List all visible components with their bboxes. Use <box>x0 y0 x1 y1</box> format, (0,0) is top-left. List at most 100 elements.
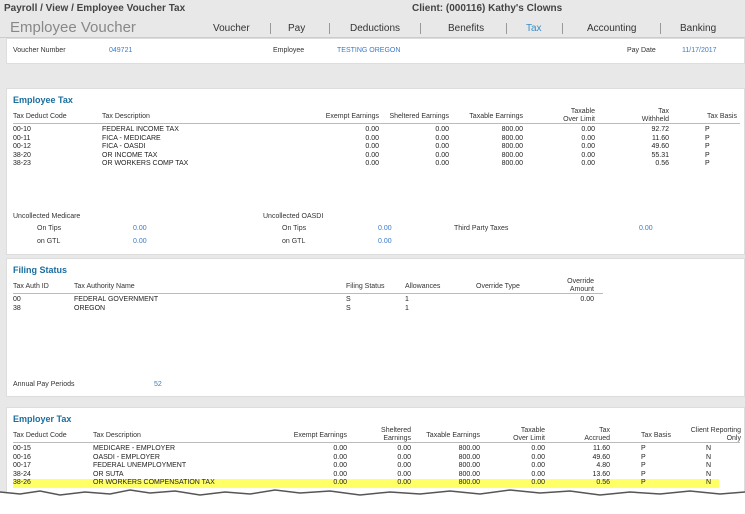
employee-link[interactable]: TESTING OREGON <box>337 47 400 54</box>
tab-tax[interactable]: Tax <box>526 23 542 34</box>
header-divider <box>13 293 603 294</box>
cell-desc: FEDERAL UNEMPLOYMENT <box>93 462 187 469</box>
cell-over-limit: 0.00 <box>581 160 595 167</box>
cell-filing-status: S <box>346 304 351 312</box>
cell-sheltered: 0.00 <box>435 126 449 133</box>
cell-sheltered: 0.00 <box>397 453 411 461</box>
employee-tax-title: Employee Tax <box>13 95 73 105</box>
medicare-on-tips-label: On Tips <box>37 225 62 232</box>
cell-allowances: 1 <box>405 296 409 303</box>
medicare-on-gtl-value: 0.00 <box>133 238 147 245</box>
cell-over-limit: 0.00 <box>581 143 595 150</box>
cell-sheltered: 0.00 <box>435 134 449 142</box>
cell-taxable: 800.00 <box>458 453 480 461</box>
table-row: 38 OREGON S 1 <box>7 305 745 314</box>
cell-over-limit: 0.00 <box>531 453 545 461</box>
table-row: 38-23 OR WORKERS COMP TAX 0.00 0.00 800.00 0.… <box>7 160 745 169</box>
tab-deductions[interactable]: Deductions <box>350 23 400 34</box>
col-header-exempt: Exempt Earnings <box>293 432 347 439</box>
col-header-exempt: Exempt Earnings <box>325 113 379 120</box>
cell-code: 00-15 <box>13 445 31 452</box>
header-divider <box>13 442 740 443</box>
col-header-desc: Tax Description <box>93 432 141 439</box>
cell-withheld: 0.56 <box>655 160 669 167</box>
cell-over-limit: 0.00 <box>531 445 545 452</box>
cell-code: 00-17 <box>13 462 31 469</box>
cell-basis: P <box>641 445 646 452</box>
filing-status-title: Filing Status <box>13 265 67 275</box>
cell-desc: OR WORKERS COMPENSATION TAX <box>93 479 215 486</box>
col-header-taxable: Taxable Earnings <box>426 432 480 439</box>
cell-client-only: N <box>706 453 712 461</box>
cell-auth-id: 00 <box>13 296 21 303</box>
cell-auth-name: OREGON <box>74 304 106 312</box>
tab-accounting[interactable]: Accounting <box>587 23 636 34</box>
cell-client-only: N <box>706 470 712 478</box>
cell-taxable: 800.00 <box>501 160 523 167</box>
cell-sheltered: 0.00 <box>397 462 411 469</box>
cell-sheltered: 0.00 <box>397 470 411 478</box>
employee-tax-panel: Employee Tax Tax Deduct Code Tax Descrip… <box>6 88 745 255</box>
third-party-taxes-label: Third Party Taxes <box>454 225 509 232</box>
cell-desc: MEDICARE - EMPLOYER <box>93 445 176 452</box>
cell-code: 00-16 <box>13 453 31 461</box>
col-header-taxable: Taxable Earnings <box>469 113 523 120</box>
annual-pay-periods-label: Annual Pay Periods <box>13 381 75 388</box>
cell-withheld: 92.72 <box>651 126 669 133</box>
voucher-info-panel: Voucher Number 049721 Employee TESTING O… <box>6 38 745 64</box>
oasdi-on-gtl-label: on GTL <box>282 238 306 245</box>
tab-banking[interactable]: Banking <box>680 23 716 34</box>
uncollected-medicare-label: Uncollected Medicare <box>13 213 81 220</box>
col-header-filing-status: Filing Status <box>346 283 385 290</box>
tab-separator <box>660 23 661 34</box>
cell-exempt: 0.00 <box>365 126 379 133</box>
cell-basis: P <box>641 462 646 469</box>
pay-date-value: 11/17/2017 <box>682 47 717 54</box>
cell-client-only: N <box>706 462 712 469</box>
cell-withheld: 55.31 <box>651 151 669 159</box>
col-header-withheld-1: Tax <box>658 108 669 115</box>
col-header-client-only-1: Client Reporting <box>690 427 741 434</box>
col-header-code: Tax Deduct Code <box>13 113 67 120</box>
page-header: Employee Voucher Voucher Pay Deductions Ben… <box>0 18 745 38</box>
employer-tax-title: Employer Tax <box>13 414 72 424</box>
cell-accrued: 4.80 <box>596 462 610 469</box>
col-header-over-1: Taxable <box>520 427 545 434</box>
cell-taxable: 800.00 <box>501 143 523 150</box>
cell-sheltered: 0.00 <box>397 445 411 452</box>
tab-separator <box>506 23 507 34</box>
cell-taxable: 800.00 <box>501 134 523 142</box>
voucher-number-link[interactable]: 049721 <box>109 47 132 54</box>
tab-voucher[interactable]: Voucher <box>213 23 250 34</box>
cell-exempt: 0.00 <box>365 143 379 150</box>
cell-taxable: 800.00 <box>501 126 523 133</box>
col-header-client-only-2: Only <box>726 435 741 442</box>
cell-over-limit: 0.00 <box>531 479 545 486</box>
cell-auth-id: 38 <box>13 304 21 312</box>
tab-pay[interactable]: Pay <box>288 23 305 34</box>
cell-auth-name: FEDERAL GOVERNMENT <box>74 296 159 303</box>
cell-exempt: 0.00 <box>365 134 379 142</box>
col-header-accrued-2: Accrued <box>584 435 610 442</box>
cell-code: 00-12 <box>13 143 31 150</box>
cell-sheltered: 0.00 <box>435 160 449 167</box>
cell-taxable: 800.00 <box>458 462 480 469</box>
medicare-on-tips-value: 0.00 <box>133 225 147 232</box>
cell-desc: OR WORKERS COMP TAX <box>102 160 189 167</box>
cell-override-amount: 0.00 <box>580 296 594 303</box>
col-header-override-type: Override Type <box>476 283 520 290</box>
cell-basis: P <box>705 126 710 133</box>
tab-separator <box>420 23 421 34</box>
header-divider <box>13 123 740 124</box>
cell-withheld: 11.60 <box>652 134 669 142</box>
cell-sheltered: 0.00 <box>397 479 411 486</box>
tab-benefits[interactable]: Benefits <box>448 23 484 34</box>
breadcrumb: Payroll / View / Employee Voucher Tax <box>4 3 186 14</box>
cell-accrued: 13.60 <box>592 470 610 478</box>
cell-accrued: 11.60 <box>593 445 610 452</box>
uncollected-oasdi-label: Uncollected OASDI <box>263 213 324 220</box>
cell-allowances: 1 <box>405 304 409 312</box>
cell-accrued: 0.56 <box>596 479 610 486</box>
cell-sheltered: 0.00 <box>435 143 449 150</box>
cell-exempt: 0.00 <box>333 479 347 486</box>
